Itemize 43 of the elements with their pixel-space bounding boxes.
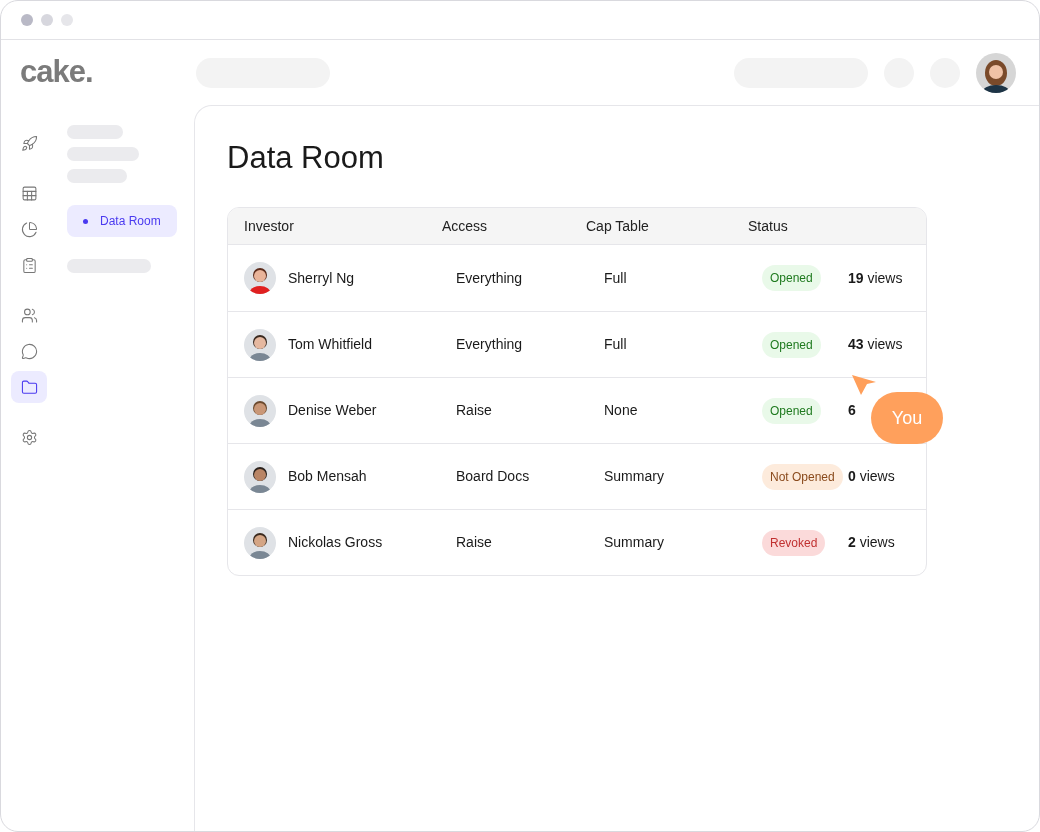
subnav-item[interactable]: Data Room — [67, 205, 177, 237]
access-cell: Everything — [456, 269, 523, 286]
nav-button[interactable] — [11, 371, 47, 403]
access-cell: Raise — [456, 402, 492, 418]
pie-chart-icon — [20, 220, 38, 238]
investor-name: Nickolas Gross — [288, 533, 383, 552]
page-title: Data Room — [227, 142, 385, 173]
users-icon — [20, 306, 38, 324]
cap-table-cell: Full — [604, 336, 627, 352]
clipboard-icon — [20, 256, 38, 274]
folder-icon — [20, 378, 38, 396]
investor-name: Denise Weber — [288, 401, 377, 420]
column-header: Cap Table — [586, 216, 650, 236]
investor-name: Sherryl Ng — [288, 268, 355, 288]
column-header: Status — [748, 216, 788, 236]
chat-icon — [20, 342, 38, 360]
views-count: 19 views — [848, 269, 903, 286]
access-cell: Raise — [456, 534, 492, 550]
investor-name: Bob Mensah — [288, 467, 367, 486]
status-badge: Opened — [762, 397, 821, 424]
views-count: 43 views — [848, 336, 903, 352]
column-header: Access — [442, 216, 489, 236]
cap-table-cell: Summary — [604, 534, 664, 550]
access-cell: Everything — [456, 336, 523, 352]
status-badge: Opened — [762, 331, 821, 358]
views-count: 0 views — [848, 468, 895, 484]
views-count: 2 views — [848, 534, 895, 550]
column-header: Investor — [244, 216, 295, 236]
views-count: 6 — [848, 402, 856, 418]
cursor-icon — [851, 374, 877, 396]
access-cell: Board Docs — [456, 468, 530, 484]
cap-table-cell: Summary — [604, 468, 664, 484]
investor-name: Tom Whitfield — [288, 335, 373, 354]
settings-icon — [20, 428, 38, 446]
cap-table-cell: Full — [604, 269, 627, 286]
status-badge: Revoked — [762, 529, 826, 556]
rocket-icon — [20, 134, 38, 152]
cap-table-cell: None — [604, 402, 638, 418]
table-icon — [20, 184, 38, 202]
user-cursor-label: You — [871, 392, 943, 444]
logo: cake. — [20, 53, 94, 92]
status-badge: Opened — [762, 265, 821, 291]
status-badge: Not Opened — [762, 463, 843, 490]
